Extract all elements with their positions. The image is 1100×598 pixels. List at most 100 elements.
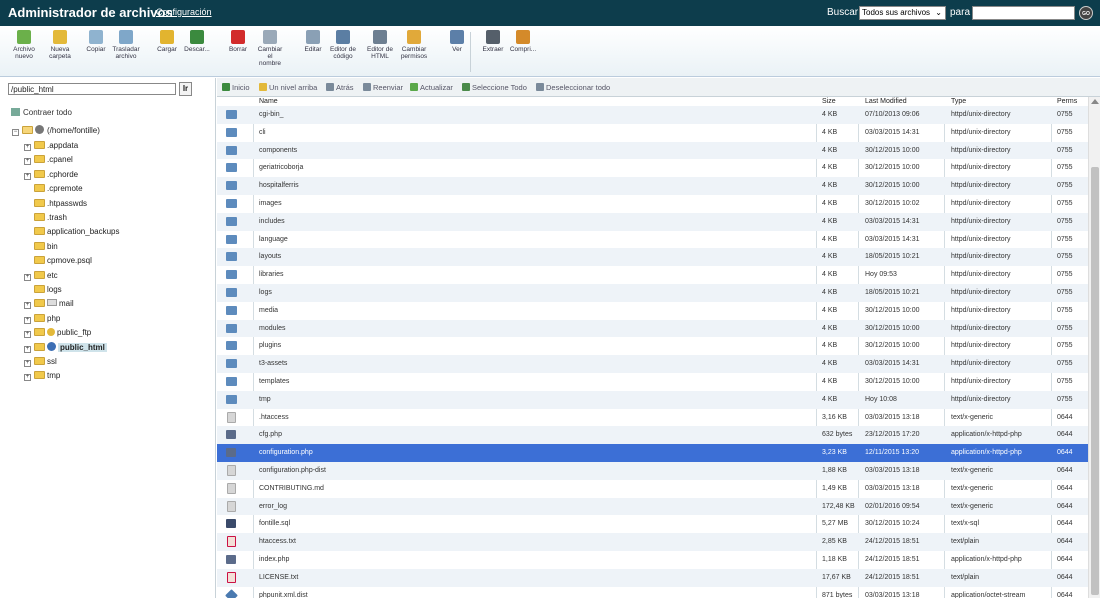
file-name[interactable]: cgi-bin_ bbox=[259, 111, 284, 118]
table-row[interactable]: logs 4 KB 18/05/2015 10:21 httpd/unix-direc… bbox=[217, 284, 1088, 302]
expand-toggle-icon[interactable]: + bbox=[24, 302, 31, 310]
toolbar-button-html-editor[interactable]: Editor de HTML bbox=[364, 30, 396, 60]
expand-toggle-icon[interactable]: + bbox=[24, 331, 31, 339]
table-row[interactable]: CONTRIBUTING.md 1,49 KB 03/03/2015 13:18 te… bbox=[217, 480, 1088, 498]
column-header-modified[interactable]: Last Modified bbox=[865, 98, 907, 105]
tree-item-cpmove.psql[interactable]: cpmove.psql bbox=[24, 255, 92, 267]
tree-item-php[interactable]: + php bbox=[24, 313, 60, 325]
table-row[interactable]: cfg.php 632 bytes 23/12/2015 17:20 applicat… bbox=[217, 426, 1088, 445]
expand-toggle-icon[interactable]: + bbox=[24, 158, 31, 166]
tree-item-public-ftp[interactable]: + public_ftp bbox=[24, 327, 91, 339]
file-name[interactable]: tmp bbox=[259, 396, 271, 403]
table-row[interactable]: geriatricoborja 4 KB 30/12/2015 10:00 httpd… bbox=[217, 159, 1088, 177]
table-row[interactable]: includes 4 KB 03/03/2015 14:31 httpd/unix-d… bbox=[217, 212, 1088, 231]
file-name[interactable]: phpunit.xml.dist bbox=[259, 592, 308, 598]
file-name[interactable]: libraries bbox=[259, 271, 284, 278]
file-name[interactable]: index.php bbox=[259, 556, 289, 563]
expand-toggle-icon[interactable]: + bbox=[24, 360, 31, 367]
expand-toggle-icon[interactable]: + bbox=[24, 374, 31, 382]
file-name[interactable]: hospitalferris bbox=[259, 182, 299, 189]
file-name[interactable]: components bbox=[259, 147, 297, 154]
table-row[interactable]: modules 4 KB 30/12/2015 10:00 httpd/unix-di… bbox=[217, 319, 1088, 338]
nav-refresh[interactable]: Actualizar bbox=[410, 83, 453, 92]
expand-toggle-icon[interactable]: + bbox=[24, 273, 31, 281]
tree-item-etc[interactable]: + etc bbox=[24, 270, 58, 282]
toolbar-button-extract[interactable]: Extraer bbox=[477, 30, 509, 53]
table-row[interactable]: libraries 4 KB Hoy 09:53 httpd/unix-directo… bbox=[217, 266, 1088, 284]
toolbar-button-new-file[interactable]: Archivo nuevo bbox=[8, 30, 40, 60]
file-name[interactable]: cfg.php bbox=[259, 431, 282, 438]
toolbar-button-rename[interactable]: Cambiar el nombre bbox=[254, 30, 286, 67]
expand-toggle-icon[interactable]: + bbox=[24, 316, 31, 324]
search-scope-select[interactable]: Todos sus archivos ⌄ bbox=[859, 6, 946, 20]
file-name[interactable]: media bbox=[259, 307, 278, 314]
table-row[interactable]: cli 4 KB 03/03/2015 14:31 httpd/unix-direct… bbox=[217, 124, 1088, 142]
tree-item-cpremote[interactable]: .cpremote bbox=[24, 183, 83, 195]
file-name[interactable]: images bbox=[259, 200, 282, 207]
expand-toggle-icon[interactable]: + bbox=[24, 345, 31, 353]
tree-item-ssl[interactable]: + ssl bbox=[24, 356, 57, 368]
table-row[interactable]: fontille.sql 5,27 MB 30/12/2015 10:24 text/… bbox=[217, 515, 1088, 533]
tree-item-bin[interactable]: bin bbox=[24, 241, 58, 253]
table-row[interactable]: cgi-bin_ 4 KB 07/10/2013 09:06 httpd/unix-d… bbox=[217, 106, 1088, 124]
toolbar-button-copy[interactable]: Copiar bbox=[80, 30, 112, 53]
expand-toggle-icon[interactable]: + bbox=[24, 144, 31, 151]
table-row[interactable]: error_log 172,48 KB 02/01/2016 09:54 text/x… bbox=[217, 497, 1088, 516]
table-row[interactable]: layouts 4 KB 18/05/2015 10:21 httpd/unix-di… bbox=[217, 248, 1088, 267]
file-name[interactable]: configuration.php-dist bbox=[259, 467, 326, 474]
tree-item-cphorde[interactable]: + .cphorde bbox=[24, 169, 78, 181]
table-row[interactable]: components 4 KB 30/12/2015 10:00 httpd/unix… bbox=[217, 141, 1088, 160]
nav-up-level[interactable]: Un nivel arriba bbox=[259, 83, 317, 92]
table-row[interactable]: t3-assets 4 KB 03/03/2015 14:31 httpd/unix-… bbox=[217, 355, 1088, 373]
tree-item-cpanel[interactable]: + .cpanel bbox=[24, 154, 73, 166]
table-row[interactable]: language 4 KB 03/03/2015 14:31 httpd/unix-d… bbox=[217, 231, 1088, 249]
column-header-size[interactable]: Size bbox=[822, 98, 836, 105]
search-input[interactable] bbox=[972, 6, 1075, 20]
file-name[interactable]: htaccess.txt bbox=[259, 538, 296, 545]
table-row[interactable]: hospitalferris 4 KB 30/12/2015 10:00 httpd/… bbox=[217, 177, 1088, 195]
table-row[interactable]: index.php 1,18 KB 24/12/2015 18:51 applicat… bbox=[217, 551, 1088, 569]
file-name[interactable]: .htaccess bbox=[259, 414, 289, 421]
toolbar-button-code-editor[interactable]: Editor de código bbox=[327, 30, 359, 60]
nav-back[interactable]: Atrás bbox=[326, 83, 354, 92]
toolbar-button-download[interactable]: Descar... bbox=[181, 30, 213, 53]
expand-toggle-icon[interactable]: + bbox=[24, 172, 31, 180]
table-row[interactable]: media 4 KB 30/12/2015 10:00 httpd/unix-dire… bbox=[217, 302, 1088, 320]
column-header-perms[interactable]: Perms bbox=[1057, 98, 1077, 105]
toolbar-button-compress[interactable]: Compri... bbox=[507, 30, 539, 53]
file-name[interactable]: cli bbox=[259, 129, 266, 136]
tree-item-tmp[interactable]: + tmp bbox=[24, 370, 60, 382]
file-name[interactable]: modules bbox=[259, 325, 285, 332]
tree-root[interactable]: − (/home/fontille) bbox=[12, 125, 100, 137]
nav-home[interactable]: Inicio bbox=[222, 83, 250, 92]
collapse-all-link[interactable]: Contraer todo bbox=[11, 108, 72, 117]
table-row[interactable]: .htaccess 3,16 KB 03/03/2015 13:18 text/x-g… bbox=[217, 409, 1088, 427]
file-name[interactable]: templates bbox=[259, 378, 289, 385]
tree-item-appdata[interactable]: + .appdata bbox=[24, 140, 78, 152]
scroll-up-icon[interactable] bbox=[1091, 99, 1099, 104]
toolbar-button-new-folder[interactable]: Nueva carpeta bbox=[44, 30, 76, 60]
tree-item-public-html[interactable]: + public_html bbox=[24, 341, 107, 354]
file-name[interactable]: includes bbox=[259, 218, 285, 225]
table-row[interactable]: tmp 4 KB Hoy 10:08 httpd/unix-directory 0755 bbox=[217, 390, 1088, 409]
table-row[interactable]: configuration.php-dist 1,88 KB 03/03/2015 … bbox=[217, 462, 1088, 480]
scrollbar-thumb[interactable] bbox=[1091, 167, 1099, 595]
file-name[interactable]: LICENSE.txt bbox=[259, 574, 298, 581]
tree-item-trash[interactable]: .trash bbox=[24, 212, 67, 224]
table-row[interactable]: plugins 4 KB 30/12/2015 10:00 httpd/unix-di… bbox=[217, 337, 1088, 355]
search-go-button[interactable]: GO bbox=[1079, 6, 1093, 20]
table-row[interactable]: htaccess.txt 2,85 KB 24/12/2015 18:51 text/… bbox=[217, 533, 1088, 551]
table-row[interactable]: images 4 KB 30/12/2015 10:02 httpd/unix-dir… bbox=[217, 195, 1088, 213]
table-row[interactable]: configuration.php 3,23 KB 12/11/2015 13:20… bbox=[217, 444, 1088, 462]
toolbar-button-view[interactable]: Ver bbox=[441, 30, 473, 53]
path-go-button[interactable]: Ir bbox=[179, 82, 192, 96]
toolbar-button-edit[interactable]: Editar bbox=[297, 30, 329, 53]
collapse-toggle-icon[interactable]: − bbox=[12, 129, 19, 136]
file-name[interactable]: CONTRIBUTING.md bbox=[259, 485, 324, 492]
file-name[interactable]: fontille.sql bbox=[259, 520, 290, 527]
file-name[interactable]: geriatricoborja bbox=[259, 164, 303, 171]
file-name[interactable]: language bbox=[259, 236, 288, 243]
file-name[interactable]: t3-assets bbox=[259, 360, 287, 367]
file-name[interactable]: error_log bbox=[259, 503, 287, 510]
toolbar-button-move[interactable]: Trasladar archivo bbox=[110, 30, 142, 60]
